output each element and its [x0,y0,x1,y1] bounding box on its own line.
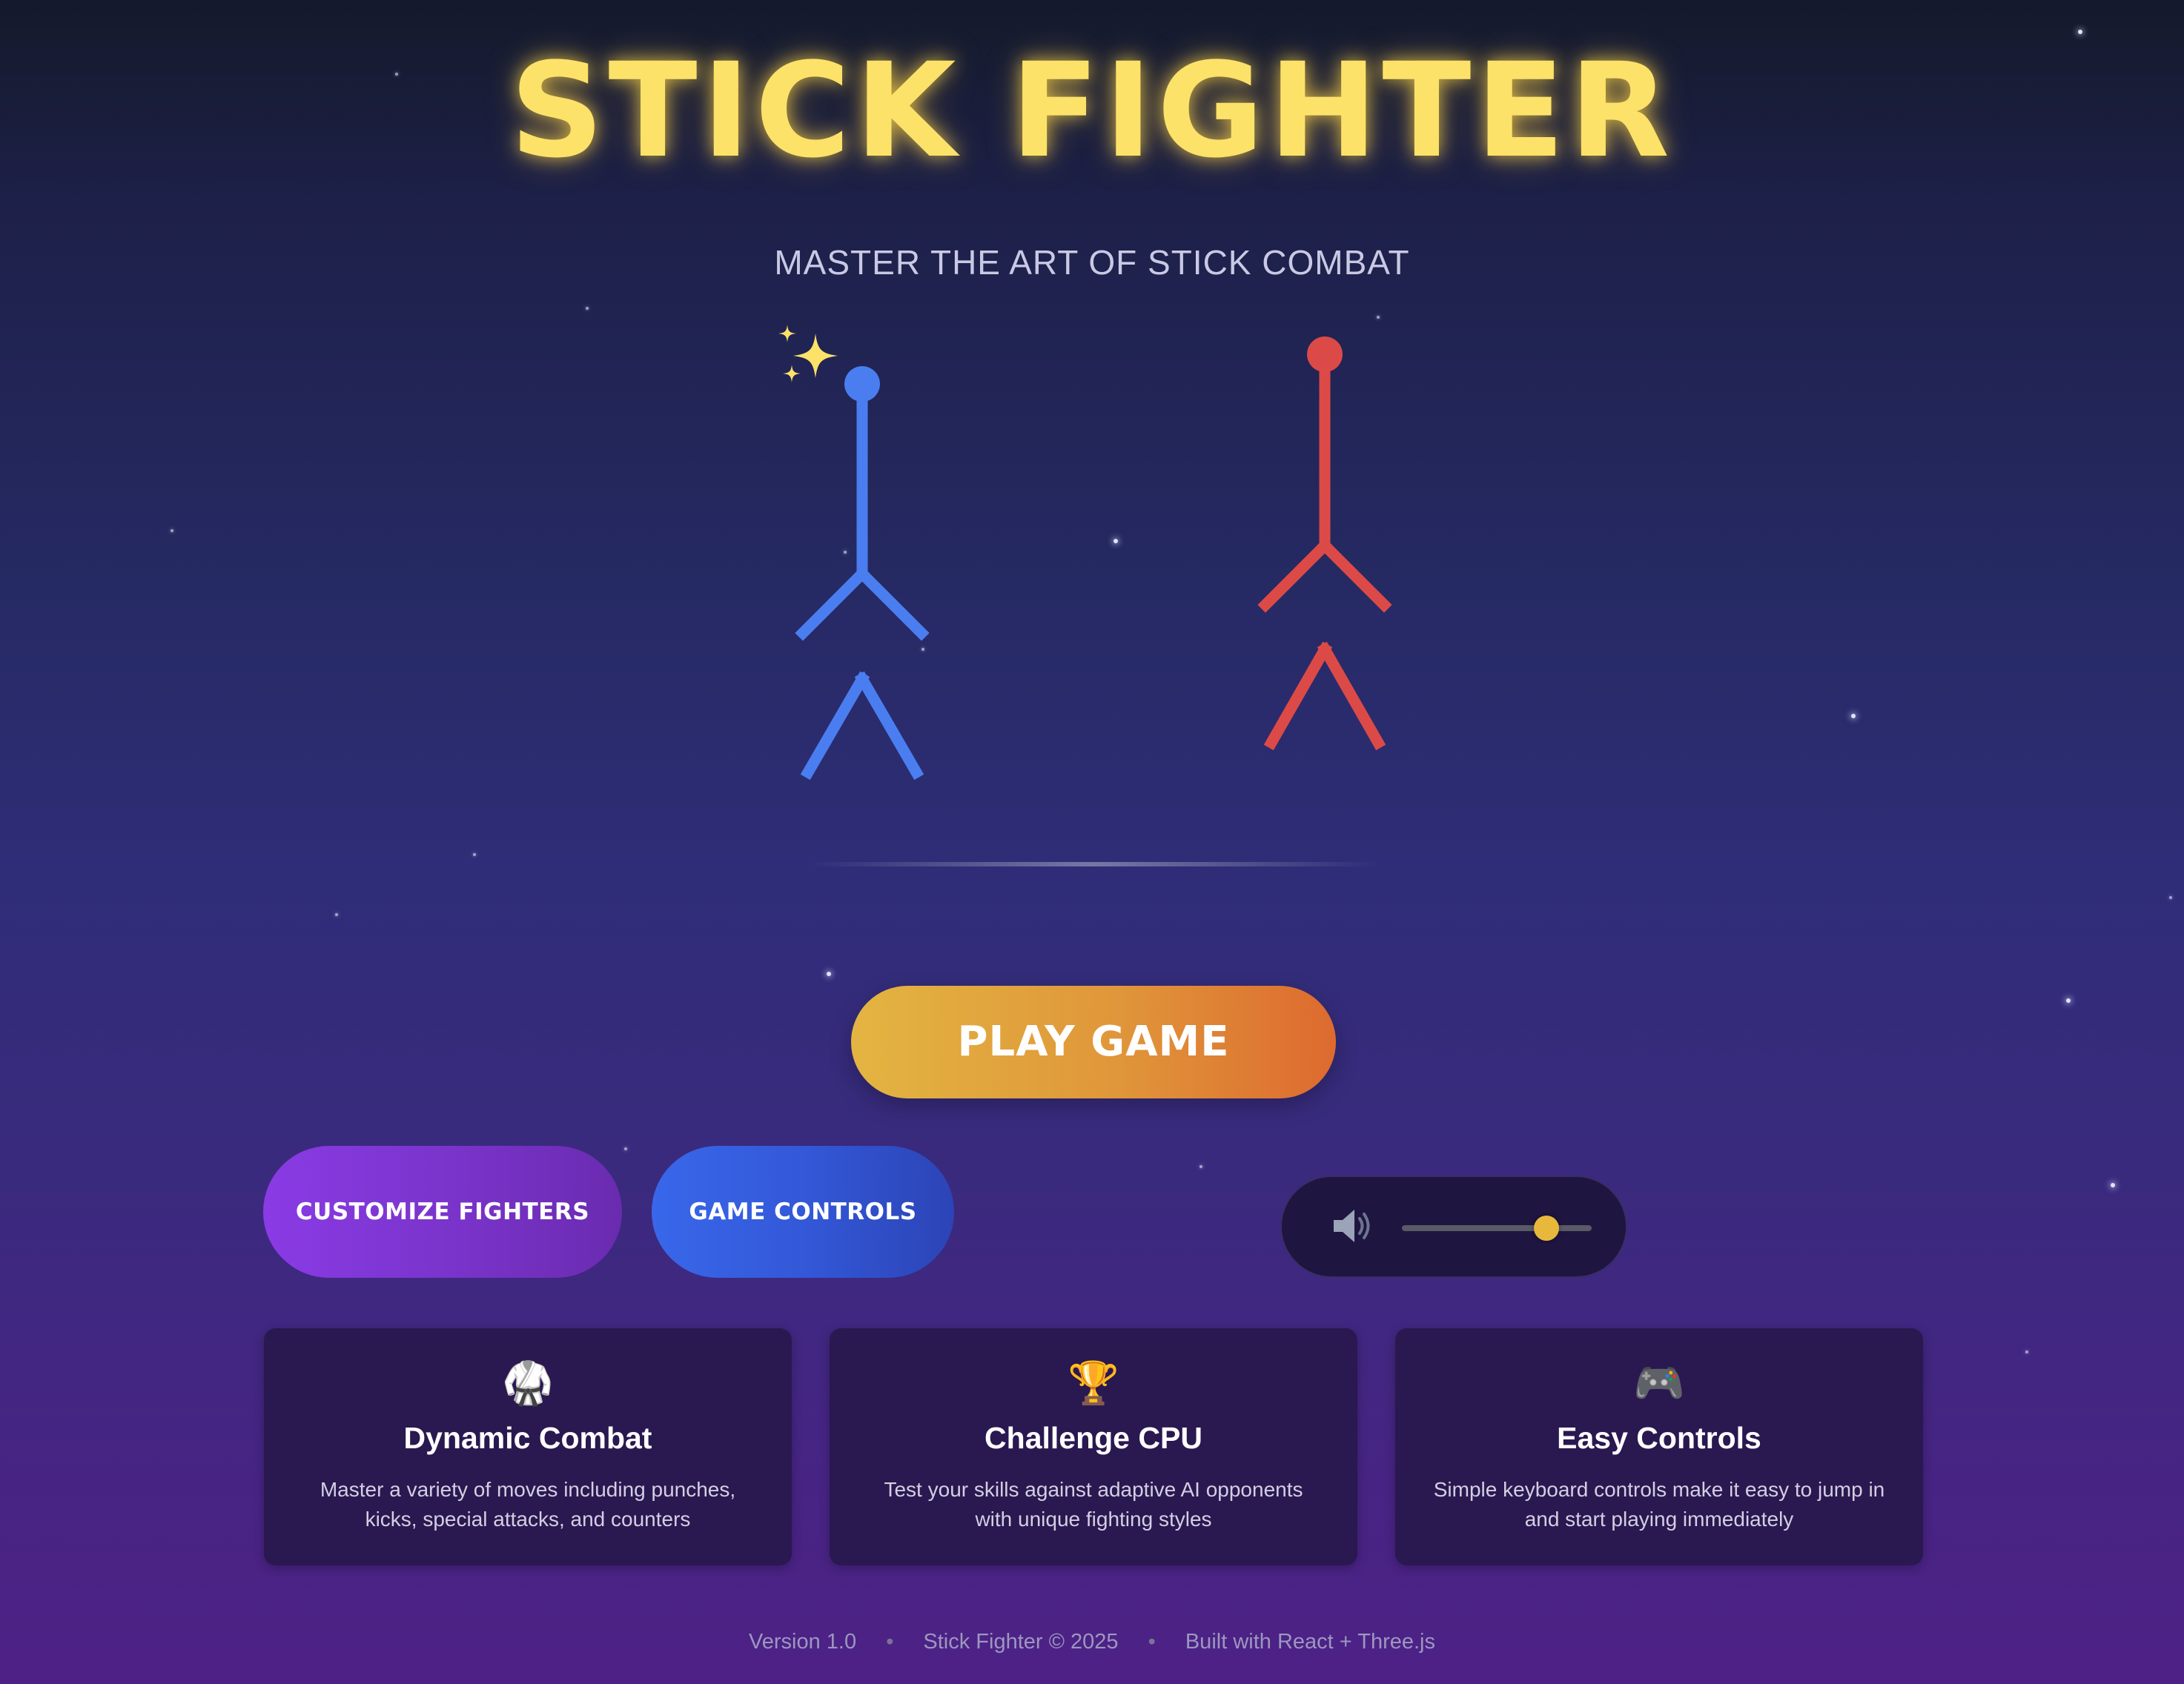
star [2066,998,2071,1003]
feature-card-dynamic-combat: 🥋 Dynamic Combat Master a variety of mov… [264,1328,792,1565]
star [2111,1183,2115,1187]
feature-description: Master a variety of moves including punc… [320,1478,736,1531]
red-fighter-right-arm [1317,537,1392,613]
game-subtitle: MASTER THE ART OF STICK COMBAT [774,243,1410,282]
star [827,972,831,976]
feature-title: Challenge CPU [985,1421,1202,1455]
volume-slider-track[interactable] [1402,1225,1592,1231]
footer-built-with: Built with React + Three.js [1185,1630,1435,1654]
customize-fighters-button[interactable]: CUSTOMIZE FIGHTERS [263,1146,622,1278]
volume-slider-thumb[interactable] [1533,1216,1559,1241]
star [1199,1165,1202,1168]
blue-fighter-right-arm [854,566,930,641]
feature-description: Simple keyboard controls make it easy to… [1433,1478,1885,1531]
game-controls-button[interactable]: GAME CONTROLS [652,1146,954,1278]
star [624,1147,627,1150]
footer-version: Version 1.0 [749,1630,857,1654]
red-fighter-left-leg [1263,641,1333,751]
star [2169,896,2172,899]
footer-separator: • [1148,1630,1156,1654]
red-fighter-right-leg [1317,641,1386,751]
feature-card-easy-controls: 🎮 Easy Controls Simple keyboard controls… [1395,1328,1923,1565]
feature-title: Dynamic Combat [403,1421,652,1455]
star [171,529,173,532]
volume-control [1280,1176,1627,1278]
fighters-preview [771,319,1423,882]
star [586,307,589,310]
game-title: STICK FIGHTER [509,35,1675,187]
blue-fighter-left-arm [795,566,870,641]
red-fighter [1257,337,1392,751]
sparkles-icon [778,325,838,382]
play-game-button[interactable]: PLAY GAME [851,986,1336,1098]
arena-ground-line [808,862,1379,866]
star [1851,714,1856,718]
feature-card-challenge-cpu: 🏆 Challenge CPU Test your skills against… [830,1328,1357,1565]
footer-copyright: Stick Fighter © 2025 [923,1630,1119,1654]
feature-description: Test your skills against adaptive AI opp… [884,1478,1303,1531]
feature-title: Easy Controls [1557,1421,1761,1455]
main-menu-screen: STICK FIGHTER MASTER THE ART OF STICK CO… [0,0,2184,1684]
footer: Version 1.0 • Stick Fighter © 2025 • Bui… [0,1623,2184,1660]
trophy-icon: 🏆 [1068,1359,1119,1408]
footer-separator: • [886,1630,894,1654]
blue-fighter [795,366,930,780]
game-controller-icon: 🎮 [1633,1359,1685,1408]
star [335,913,338,916]
martial-arts-uniform-icon: 🥋 [502,1359,554,1408]
blue-fighter-left-leg [800,671,870,780]
speaker-icon[interactable] [1329,1202,1374,1250]
fighters-illustration [795,337,1392,780]
star [2025,1350,2028,1353]
star [473,853,476,856]
blue-fighter-right-leg [854,671,924,780]
red-fighter-left-arm [1257,537,1333,613]
